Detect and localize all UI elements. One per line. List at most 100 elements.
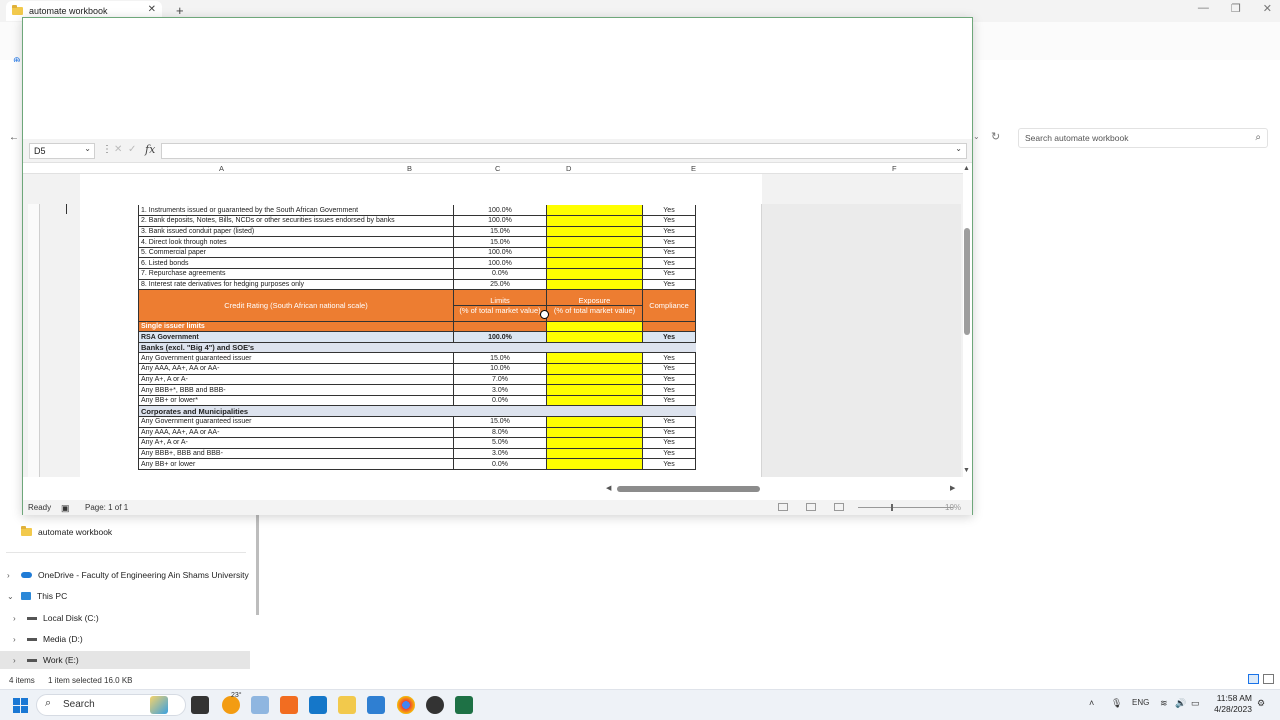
table-row[interactable]: 8. Interest rate derivatives for hedging… — [138, 279, 696, 291]
nav-item-work-e[interactable]: › Work (E:) — [0, 651, 250, 669]
zoom-slider-knob[interactable] — [891, 504, 893, 511]
address-dropdown-icon[interactable]: ⌄ — [973, 132, 980, 141]
app-dark-icon[interactable] — [426, 696, 444, 714]
close-window-icon[interactable]: ✕ — [1263, 2, 1272, 15]
group-row[interactable]: Corporates and Municipalities — [138, 405, 696, 417]
new-tab-icon[interactable]: + — [176, 3, 184, 18]
column-header-e[interactable]: E — [691, 164, 696, 173]
table-row[interactable]: 5. Commercial paper 100.0% Yes — [138, 247, 696, 259]
chevron-right-icon[interactable]: › — [13, 614, 23, 623]
table-row[interactable]: Any AAA, AA+, AA or AA- 10.0% Yes — [138, 363, 696, 375]
chevron-right-icon[interactable]: › — [7, 571, 17, 580]
app-icon[interactable] — [280, 696, 298, 714]
scroll-right-icon[interactable]: ▶ — [950, 484, 955, 492]
column-header-b[interactable]: B — [407, 164, 412, 173]
store-icon[interactable] — [309, 696, 327, 714]
chevron-down-icon[interactable]: ⌄ — [84, 144, 91, 153]
table-row[interactable]: Any A+, A or A- 5.0% Yes — [138, 437, 696, 449]
notification-icon[interactable]: ⚙ — [1257, 698, 1265, 709]
table-row[interactable]: Any BBB+, BBB and BBB- 3.0% Yes — [138, 448, 696, 460]
task-view-icon[interactable] — [191, 696, 209, 714]
clock-date: 4/28/2023 — [1214, 704, 1252, 714]
normal-view-icon[interactable] — [778, 503, 788, 511]
scroll-up-icon[interactable]: ▲ — [963, 165, 970, 172]
photos-icon[interactable] — [251, 696, 269, 714]
excel-icon[interactable] — [455, 696, 473, 714]
table-row[interactable]: Any BB+ or lower* 0.0% Yes — [138, 395, 696, 407]
nav-item-automate-workbook[interactable]: automate workbook — [0, 523, 250, 541]
battery-icon[interactable]: ▭ — [1191, 698, 1200, 709]
table-row[interactable]: Any Government guaranteed issuer 15.0% Yes — [138, 416, 696, 428]
file-explorer-icon[interactable] — [338, 696, 356, 714]
nav-item-local-disk-c[interactable]: › Local Disk (C:) — [0, 609, 250, 627]
accessibility-icon[interactable]: ▣ — [61, 503, 70, 514]
table-row[interactable]: 1. Instruments issued or guaranteed by t… — [138, 205, 696, 217]
table-row[interactable]: 2. Bank deposits, Notes, Bills, NCDs or … — [138, 215, 696, 227]
navigation-pane: automate workbook › OneDrive - Faculty o… — [0, 515, 256, 675]
chrome-icon[interactable] — [397, 696, 415, 714]
page-break-view-icon[interactable] — [834, 503, 844, 511]
scroll-down-icon[interactable]: ▼ — [963, 467, 970, 474]
table-header-row[interactable]: Credit Rating (South African national sc… — [138, 289, 696, 323]
more-icon[interactable]: ⋮ — [102, 144, 112, 155]
vertical-scrollbar[interactable]: ▲ ▼ — [963, 163, 972, 477]
system-clock[interactable]: 11:58 AM 4/28/2023 — [1210, 693, 1252, 715]
minimize-icon[interactable]: — — [1198, 2, 1209, 15]
nav-item-label: This PC — [37, 591, 68, 601]
scroll-left-icon[interactable]: ◀ — [606, 484, 611, 492]
close-tab-icon[interactable]: ✕ — [148, 4, 156, 15]
compliance-table: 1. Instruments issued or guaranteed by t… — [138, 205, 696, 470]
worksheet-area[interactable]: 1. Instruments issued or guaranteed by t… — [23, 174, 963, 477]
table-row[interactable]: Any AAA, AA+, AA or AA- 8.0% Yes — [138, 427, 696, 439]
refresh-icon[interactable]: ↻ — [991, 130, 1000, 143]
page-layout-view-icon[interactable] — [806, 503, 816, 511]
name-box[interactable]: D5 ⌄ — [29, 143, 95, 159]
table-row[interactable]: Any BB+ or lower 0.0% Yes — [138, 458, 696, 470]
column-header-f[interactable]: F — [892, 164, 897, 173]
nav-item-onedrive[interactable]: › OneDrive - Faculty of Engineering Ain … — [0, 566, 250, 584]
insert-function-icon[interactable]: fx — [145, 143, 155, 156]
horizontal-scroll-thumb[interactable] — [617, 486, 760, 492]
table-row[interactable]: RSA Government 100.0% Yes — [138, 331, 696, 343]
nav-item-label: automate workbook — [38, 527, 113, 537]
microphone-icon[interactable]: 🎙 — [1111, 698, 1122, 709]
formula-input[interactable]: ⌄ — [161, 143, 967, 159]
check-icon[interactable]: ✓ — [128, 144, 136, 155]
zoom-slider[interactable] — [858, 507, 953, 508]
chevron-right-icon[interactable]: › — [13, 635, 23, 644]
nav-item-this-pc[interactable]: ⌄ This PC — [0, 587, 250, 605]
tiles-view-icon[interactable] — [1263, 674, 1274, 684]
chevron-up-icon[interactable]: ˄ — [1089, 698, 1094, 708]
column-header-c[interactable]: C — [495, 164, 500, 173]
vscode-icon[interactable] — [367, 696, 385, 714]
windows-start-icon[interactable] — [13, 698, 28, 713]
language-indicator[interactable]: ENG — [1132, 698, 1149, 707]
maximize-icon[interactable]: ❐ — [1231, 2, 1241, 15]
group-row[interactable]: Banks (excl. "Big 4") and SOE's — [138, 342, 696, 354]
table-row[interactable]: 3. Bank issued conduit paper (listed) 15.… — [138, 226, 696, 238]
widgets-icon[interactable] — [150, 696, 168, 714]
section-row[interactable]: Single issuer limits — [138, 321, 696, 333]
chevron-right-icon[interactable]: › — [13, 656, 23, 665]
column-header-a[interactable]: A — [219, 164, 224, 173]
nav-scrollbar[interactable] — [256, 515, 259, 615]
expand-formula-icon[interactable]: ⌄ — [955, 144, 962, 153]
table-row[interactable]: Any Government guaranteed issuer 15.0% Yes — [138, 352, 696, 365]
horizontal-scrollbar[interactable]: ◀ ▶ — [606, 484, 959, 494]
back-arrow-icon[interactable]: ← — [9, 132, 19, 143]
wifi-icon[interactable]: ≋ — [1160, 698, 1168, 709]
explorer-search-input[interactable]: Search automate workbook ⌕ — [1018, 128, 1268, 148]
table-row[interactable]: 6. Listed bonds 100.0% Yes — [138, 257, 696, 270]
cancel-icon[interactable]: ✕ — [114, 144, 122, 155]
table-row[interactable]: Any BBB+*, BBB and BBB- 3.0% Yes — [138, 384, 696, 396]
table-row[interactable]: Any A+, A or A- 7.0% Yes — [138, 374, 696, 386]
column-header-d[interactable]: D — [566, 164, 571, 173]
table-row[interactable]: 7. Repurchase agreements 0.0% Yes — [138, 268, 696, 280]
volume-icon[interactable]: 🔊 — [1175, 698, 1186, 709]
nav-item-media-d[interactable]: › Media (D:) — [0, 630, 250, 648]
zoom-level[interactable]: 10% — [945, 503, 961, 512]
chevron-down-icon[interactable]: ⌄ — [7, 592, 17, 601]
details-view-icon[interactable] — [1248, 674, 1259, 684]
table-row[interactable]: 4. Direct look through notes 15.0% Yes — [138, 236, 696, 248]
vertical-scroll-thumb[interactable] — [964, 228, 970, 335]
